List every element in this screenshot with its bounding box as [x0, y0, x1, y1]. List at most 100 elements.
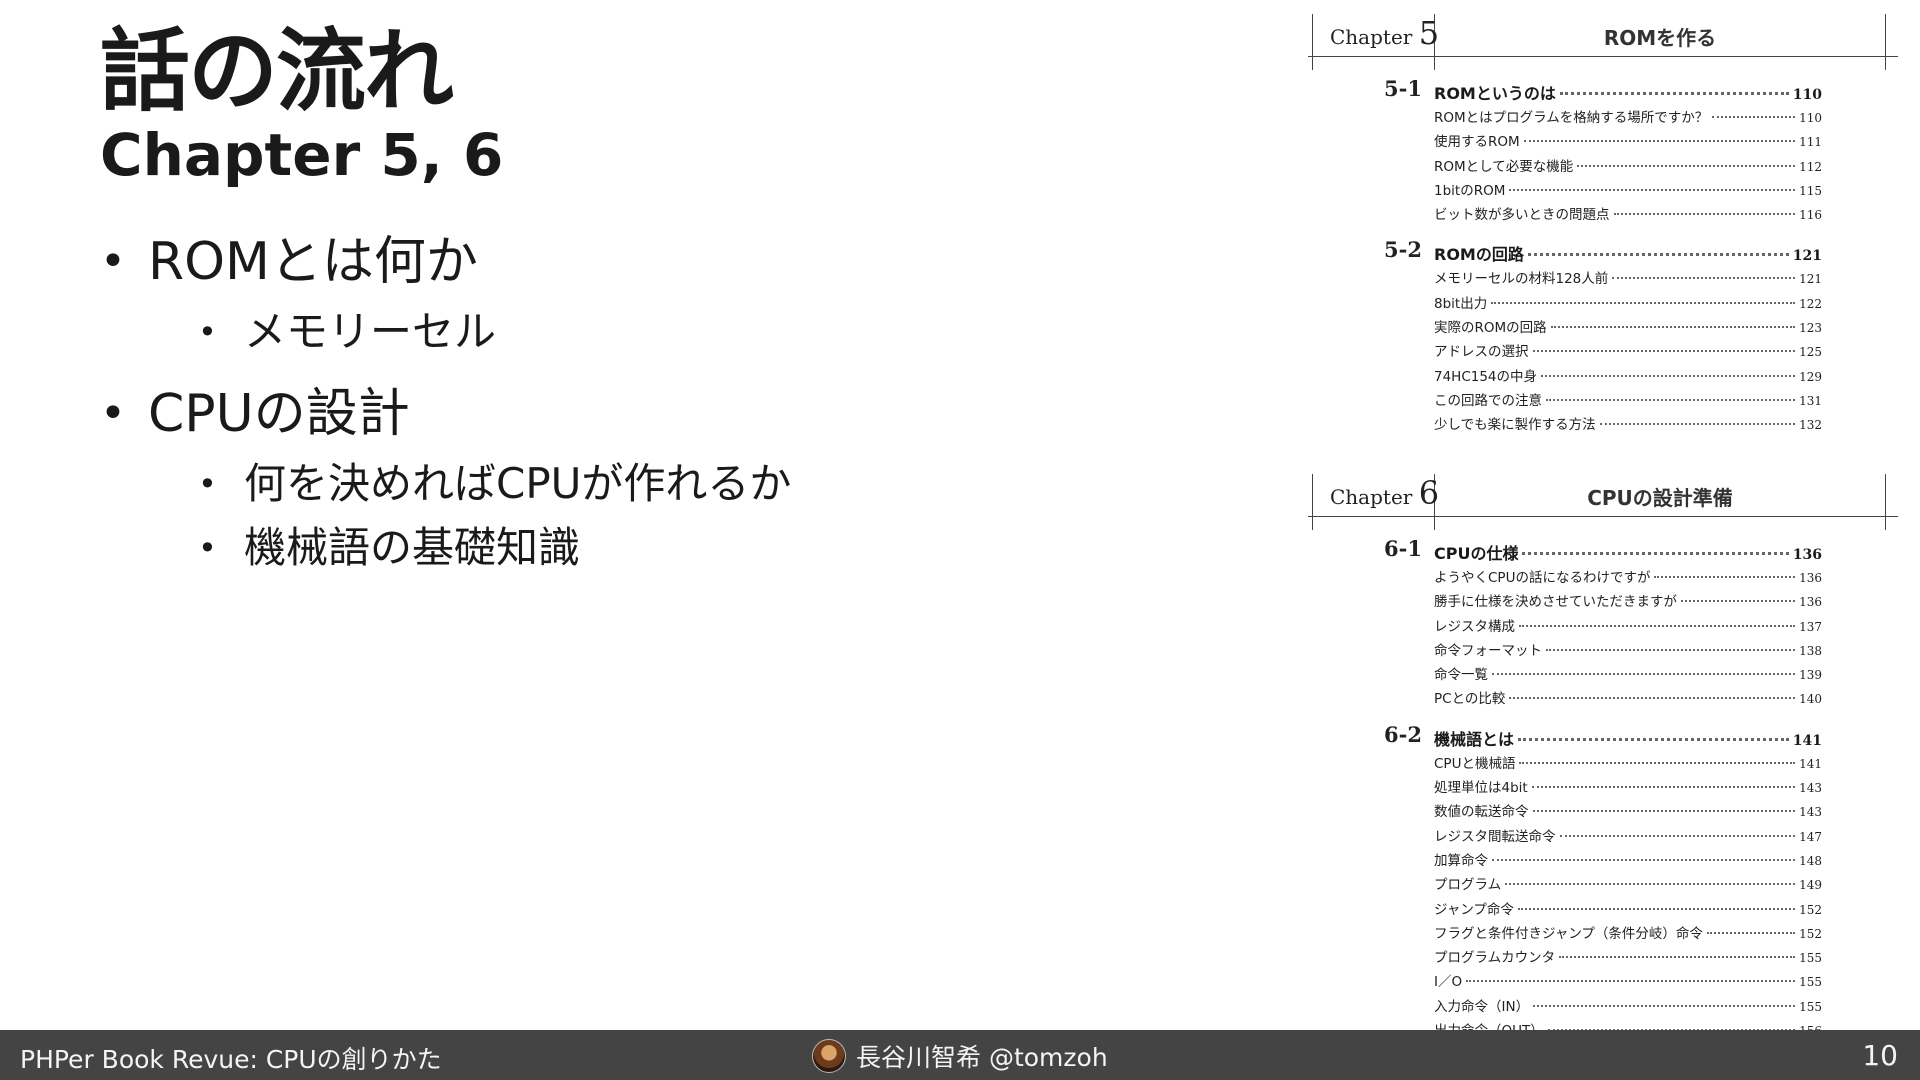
dot-leader — [1613, 213, 1796, 216]
section-page: 141 — [1792, 732, 1822, 749]
toc-entry: 実際のROMの回路 123 — [1434, 316, 1822, 340]
section-title: ROMの回路 — [1434, 245, 1524, 265]
chapter-title: ROMを作る — [1603, 26, 1717, 50]
chapter-header: Chapter 5 ROMを作る — [1308, 8, 1898, 70]
section-row: 機械語とは 141 — [1434, 726, 1822, 750]
dot-leader — [1522, 552, 1789, 555]
entry-page: 121 — [1799, 272, 1822, 287]
toc-entry: PCとの比較 140 — [1434, 687, 1822, 711]
bullet-text: ROMとは何か — [148, 232, 478, 292]
section-header: 6-2 機械語とは 141 — [1308, 720, 1898, 752]
chapter-word: Chapter — [1330, 485, 1413, 509]
dot-leader — [1491, 301, 1796, 304]
dot-leader — [1527, 253, 1789, 257]
dot-leader — [1492, 673, 1796, 676]
table-of-contents-image: Chapter 5 ROMを作る 5-1 ROMというのは 110 ROMとはプログラムを… — [1308, 8, 1898, 1039]
entry-page: 136 — [1799, 571, 1822, 585]
entry-title: 勝手に仕様を決めさせていただきますが — [1434, 594, 1677, 611]
toc-entry: 74HC154の中身 129 — [1434, 365, 1822, 389]
entry-title: プログラムカウンタ — [1434, 950, 1556, 967]
dot-leader — [1523, 140, 1796, 143]
dot-leader — [1559, 92, 1789, 95]
dot-leader — [1517, 907, 1796, 910]
entry-title: 数値の転送命令 — [1434, 804, 1529, 821]
chapter-label: Chapter 5 — [1330, 14, 1439, 52]
section-number: 6-1 — [1384, 536, 1422, 561]
entry-page: 155 — [1799, 951, 1822, 966]
page-number: 10 — [1862, 1039, 1898, 1072]
toc-entry: 命令一覧 139 — [1434, 663, 1822, 687]
toc-section: 5-2 ROMの回路 121 メモリーセルの材料128人前 121 8bit出力 122 実際… — [1308, 235, 1898, 437]
dot-leader — [1518, 737, 1789, 741]
section-row: ROMというのは 110 — [1434, 80, 1822, 104]
entry-page: 143 — [1799, 781, 1822, 796]
sub-bullet-list: メモリーセル — [148, 300, 791, 364]
toc-entry: 処理単位は4bit 143 — [1434, 776, 1822, 800]
dot-leader — [1509, 697, 1796, 700]
toc-entry: 少しでも楽に製作する方法 132 — [1434, 413, 1822, 437]
dot-leader — [1577, 164, 1796, 167]
dot-leader — [1546, 398, 1796, 401]
dot-leader — [1519, 624, 1796, 627]
entry-title: 入力命令（IN） — [1434, 998, 1530, 1015]
entry-title: ようやくCPUの話になるわけですが — [1434, 570, 1651, 586]
entry-title: 74HC154の中身 — [1434, 368, 1538, 385]
dot-leader — [1541, 374, 1796, 377]
dot-leader — [1531, 786, 1796, 789]
entry-title: 使用するROM — [1434, 134, 1520, 151]
section-header: 6-1 CPUの仕様 136 — [1308, 534, 1898, 566]
entry-page: 111 — [1799, 135, 1822, 150]
entry-page: 155 — [1799, 999, 1822, 1014]
chapter-rule — [1308, 516, 1898, 517]
avatar — [812, 1039, 846, 1073]
entry-title: 処理単位は4bit — [1434, 780, 1528, 797]
section-number: 5-1 — [1384, 76, 1422, 101]
entry-title: メモリーセルの材料128人前 — [1434, 271, 1609, 288]
dot-leader — [1509, 188, 1796, 191]
toc-entry: 使用するROM 111 — [1434, 130, 1822, 154]
chapter-rule — [1312, 474, 1313, 530]
toc-entry: ジャンプ命令 152 — [1434, 898, 1822, 922]
section-title: ROMというのは — [1434, 84, 1556, 103]
toc-entry: プログラムカウンタ 155 — [1434, 946, 1822, 970]
entry-title: ROMとして必要な機能 — [1434, 158, 1574, 175]
entry-page: 137 — [1799, 619, 1822, 634]
dot-leader — [1706, 931, 1796, 934]
entry-title: 少しでも楽に製作する方法 — [1434, 417, 1596, 434]
chapter-header: Chapter 6 CPUの設計準備 — [1308, 468, 1898, 530]
entry-page: 132 — [1799, 418, 1822, 433]
footer-author: 長谷川智希 @tomzoh — [812, 1038, 1108, 1074]
entry-title: フラグと条件付きジャンプ（条件分岐）命令 — [1434, 925, 1703, 942]
section-page: 136 — [1792, 547, 1822, 563]
entry-title: ビット数が多いときの問題点 — [1434, 207, 1610, 224]
entry-title: ROMとはプログラムを格納する場所ですか？ — [1434, 110, 1709, 126]
entry-page: 152 — [1799, 902, 1822, 917]
sub-bullet-list: 何を決めればCPUが作れるか 機械語の基礎知識 — [148, 452, 791, 580]
entry-page: 152 — [1799, 926, 1822, 941]
toc-entry: 加算命令 148 — [1434, 849, 1822, 873]
author-name: 長谷川智希 @tomzoh — [856, 1043, 1108, 1072]
toc-entry: ROMとはプログラムを格納する場所ですか？ 110 — [1434, 106, 1822, 130]
toc-entry: ようやくCPUの話になるわけですが 136 — [1434, 566, 1822, 590]
entry-page: 147 — [1799, 829, 1822, 844]
dot-leader — [1599, 423, 1796, 426]
entry-page: 112 — [1799, 159, 1822, 174]
dot-leader — [1712, 116, 1796, 118]
sub-bullet-item: 機械語の基礎知識 — [196, 516, 791, 580]
toc-entry: 入力命令（IN） 155 — [1434, 995, 1822, 1019]
slide-title: 話の流れ — [100, 19, 454, 124]
entry-page: 136 — [1799, 595, 1822, 610]
dot-leader — [1492, 858, 1796, 861]
section-title: 機械語とは — [1434, 729, 1515, 749]
entry-page: 149 — [1799, 878, 1822, 893]
toc-section: 5-1 ROMというのは 110 ROMとはプログラムを格納する場所ですか？ 110 使用… — [1308, 74, 1898, 227]
toc-chapter: Chapter 5 ROMを作る 5-1 ROMというのは 110 ROMとはプログラムを… — [1308, 8, 1898, 468]
chapter-label: Chapter 6 — [1330, 474, 1439, 512]
section-number: 5-2 — [1384, 237, 1422, 263]
toc-entry: メモリーセルの材料128人前 121 — [1434, 267, 1822, 291]
entry-page: 138 — [1799, 643, 1822, 658]
dot-leader — [1612, 277, 1796, 280]
toc-entry: 8bit出力 122 — [1434, 292, 1822, 316]
chapter-rule — [1308, 56, 1898, 57]
toc-entry: アドレスの選択 125 — [1434, 340, 1822, 364]
